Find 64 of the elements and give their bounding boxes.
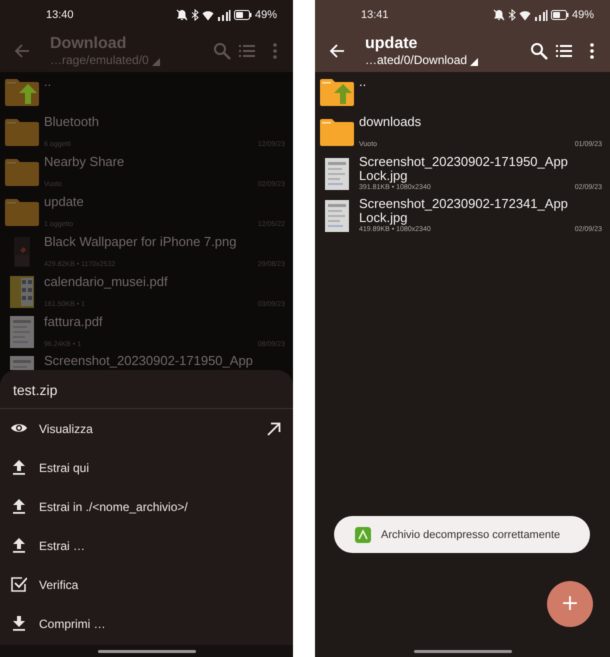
file-name: Screenshot_20230902-171950_App Lock.jpg bbox=[359, 155, 569, 183]
bluetooth-icon bbox=[508, 9, 516, 21]
toast-text: Archivio decompresso correttamente bbox=[381, 528, 560, 540]
file-name: .. bbox=[359, 75, 368, 89]
sheet-menu-item[interactable]: Estrai … bbox=[0, 526, 293, 565]
parent-folder-icon bbox=[320, 78, 354, 106]
file-name: Nearby Share bbox=[44, 155, 126, 169]
path-dropdown[interactable]: …ated/0/Download bbox=[365, 53, 468, 68]
folder-icon bbox=[5, 198, 39, 226]
menu-item-label: Estrai in ./<nome_archivio>/ bbox=[39, 500, 189, 514]
battery-level: 49% bbox=[254, 9, 277, 21]
menu-item-label: Estrai qui bbox=[39, 460, 90, 474]
bluetooth-icon bbox=[190, 9, 199, 21]
app-icon bbox=[355, 526, 371, 542]
file-name: downloads bbox=[359, 115, 422, 129]
menu-item-label: Verifica bbox=[39, 578, 80, 592]
battery-icon bbox=[234, 10, 252, 20]
search-icon[interactable] bbox=[530, 42, 548, 60]
file-name: calendario_musei.pdf bbox=[44, 275, 169, 289]
folder-icon bbox=[5, 118, 39, 146]
upload-icon bbox=[11, 537, 27, 554]
sheet-menu-item[interactable]: Estrai qui bbox=[0, 448, 293, 487]
file-name: fattura.pdf bbox=[44, 315, 104, 329]
file-name: Screenshot_20230902-171950_App bbox=[44, 354, 254, 368]
sheet-menu-item[interactable]: Comprimi … bbox=[0, 604, 293, 643]
mute-icon bbox=[176, 9, 188, 21]
folder-title: Download bbox=[50, 34, 128, 53]
menu-item-label: Estrai … bbox=[39, 538, 86, 552]
folder-title: update bbox=[365, 34, 418, 53]
sheet-menu-item[interactable]: Verifica bbox=[0, 565, 293, 604]
wifi-icon bbox=[202, 10, 214, 20]
folder-icon bbox=[5, 158, 39, 186]
file-name: update bbox=[44, 195, 85, 209]
upload-icon bbox=[11, 498, 27, 515]
battery-level: 49% bbox=[572, 9, 594, 21]
file-name: .. bbox=[44, 75, 52, 89]
file-row[interactable]: .. bbox=[0, 72, 293, 112]
home-handle[interactable] bbox=[414, 650, 512, 652]
sheet-menu-item[interactable]: Visualizza bbox=[0, 409, 293, 448]
clock-time: 13:40 bbox=[46, 9, 74, 21]
file-name: Screenshot_20230902-172341_App Lock.jpg bbox=[359, 197, 569, 225]
parent-folder-icon bbox=[5, 78, 39, 106]
folder-icon bbox=[320, 118, 354, 146]
file-name: Black Wallpaper for iPhone 7.png bbox=[44, 235, 238, 249]
upload-icon bbox=[11, 459, 27, 476]
file-name: Bluetooth bbox=[44, 115, 100, 129]
home-handle[interactable] bbox=[98, 650, 196, 652]
checkbox-tick-icon bbox=[11, 576, 27, 593]
sheet-menu-item[interactable]: Estrai in ./<nome_archivio>/ bbox=[0, 487, 293, 526]
wifi-icon bbox=[518, 10, 531, 20]
sheet-title: test.zip bbox=[0, 370, 293, 409]
signal-icon bbox=[216, 10, 231, 20]
dropdown-triangle-icon[interactable] bbox=[470, 58, 478, 66]
menu-item-label: Comprimi … bbox=[39, 616, 107, 630]
more-icon[interactable] bbox=[590, 43, 594, 59]
signal-icon bbox=[534, 10, 548, 20]
clock-time: 13:41 bbox=[361, 9, 389, 21]
menu-item-label: Visualizza bbox=[39, 422, 94, 436]
download-icon bbox=[11, 615, 27, 632]
file-row[interactable]: .. bbox=[315, 72, 610, 112]
mute-icon bbox=[492, 9, 505, 21]
list-icon[interactable] bbox=[556, 44, 572, 58]
battery-icon bbox=[550, 10, 569, 20]
external-arrow-icon[interactable] bbox=[267, 422, 281, 436]
